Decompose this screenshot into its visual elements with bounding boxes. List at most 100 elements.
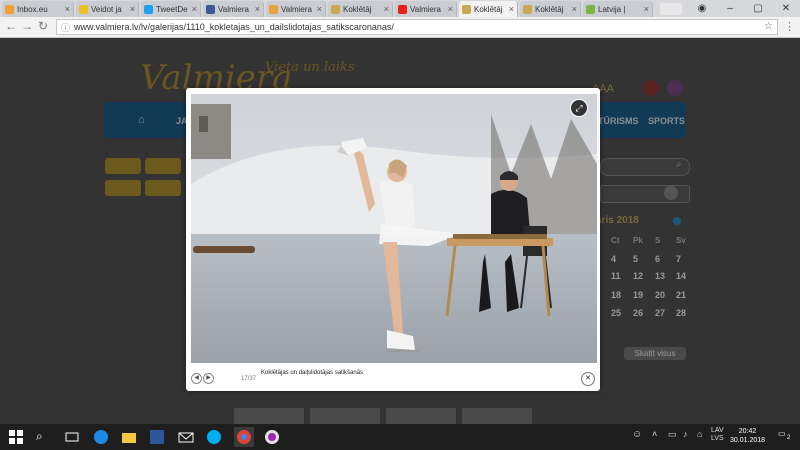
notifications-icon[interactable]: ▭ 2: [778, 429, 792, 445]
calendar-day[interactable]: 26: [633, 308, 643, 318]
reload-icon[interactable]: ↻: [38, 19, 48, 33]
help-button[interactable]: [145, 158, 181, 174]
flag-en-icon[interactable]: [667, 80, 683, 96]
tab-close-icon[interactable]: ×: [384, 4, 389, 14]
calendar-day[interactable]: 7: [676, 254, 681, 264]
new-tab-button[interactable]: [660, 3, 682, 15]
calendar-day[interactable]: 13: [655, 271, 665, 281]
file-explorer-icon[interactable]: [121, 429, 137, 445]
back-icon[interactable]: ←: [5, 19, 17, 33]
close-window-icon[interactable]: ✕: [772, 3, 800, 14]
nav-item-turisms[interactable]: TŪRISMS: [598, 116, 639, 126]
calendar-day[interactable]: 12: [633, 271, 643, 281]
tab-close-icon[interactable]: ×: [130, 4, 135, 14]
tab-label: Valmiera: [218, 4, 249, 14]
flag-lv-icon[interactable]: [643, 80, 659, 96]
browser-tab[interactable]: Inbox.eu ×: [2, 1, 74, 17]
calendar-weekday: Sv: [676, 236, 686, 245]
nav-item-sports[interactable]: SPORTS: [648, 116, 685, 126]
chevron-right-icon[interactable]: ▶: [203, 373, 214, 384]
profile-icon[interactable]: ◉: [688, 3, 716, 14]
globe-icon[interactable]: [664, 186, 678, 200]
tab-close-icon[interactable]: ×: [192, 4, 197, 14]
tray-chevron-icon[interactable]: ˄: [652, 429, 668, 445]
bookmark-star-icon[interactable]: ☆: [764, 21, 773, 32]
tab-favicon-icon: [206, 4, 215, 14]
taskbar: ⌕ ☺ ˄ ▭ ♪ ⌂ ▭ 2: [0, 424, 800, 450]
tab-close-icon[interactable]: ×: [644, 4, 649, 14]
tab-label: Veidot ja: [91, 4, 122, 14]
tab-close-icon[interactable]: ×: [448, 4, 453, 14]
windows-start-icon[interactable]: [8, 429, 24, 445]
calendar-day[interactable]: 19: [633, 290, 643, 300]
browser-tab[interactable]: Valmiera ×: [395, 1, 457, 17]
search-icon[interactable]: ⌕: [36, 429, 52, 445]
calendar-next-icon[interactable]: [673, 217, 681, 225]
input-language[interactable]: LAV LVS: [711, 427, 724, 443]
forward-icon[interactable]: →: [21, 19, 33, 33]
tab-close-icon[interactable]: ×: [572, 4, 577, 14]
browser-tab[interactable]: TweetDe ×: [141, 1, 201, 17]
calendar-weekday: Pk: [633, 236, 643, 245]
calendar-day[interactable]: 20: [655, 290, 665, 300]
gallery-thumb[interactable]: [234, 408, 304, 424]
browser-tab[interactable]: Latvija | ×: [583, 1, 653, 17]
view-all-button[interactable]: Skatīt visus: [624, 347, 686, 360]
clock[interactable]: 20:42 30.01.2018: [730, 427, 765, 445]
tab-close-icon[interactable]: ×: [317, 4, 322, 14]
url-input[interactable]: ⓘ www.valmiera.lv/lv/galerijas/1110_kokl…: [56, 19, 778, 35]
calendar-day[interactable]: 5: [633, 254, 638, 264]
lightbox-modal: ⤢ ◀ ▶ 17/37 Koklētājas un daiļslidotājas…: [186, 88, 600, 391]
browser-tab[interactable]: Veidot ja ×: [76, 1, 139, 17]
gallery-thumb[interactable]: [386, 408, 456, 424]
accessibility-button[interactable]: [145, 180, 181, 196]
calendar-day[interactable]: 14: [676, 271, 686, 281]
menu-icon[interactable]: ⋮: [784, 20, 795, 33]
browser-tab[interactable]: Koklētāj ×: [459, 1, 518, 17]
tab-close-icon[interactable]: ×: [65, 4, 70, 14]
chevron-left-icon[interactable]: ◀: [191, 373, 202, 384]
gallery-photo[interactable]: [191, 94, 597, 363]
fullscreen-icon[interactable]: ⤢: [571, 100, 587, 116]
language-secondary: LVS: [711, 435, 724, 442]
calendar-weekday: S: [655, 236, 661, 245]
calendar-day[interactable]: 28: [676, 308, 686, 318]
gallery-thumb[interactable]: [462, 408, 532, 424]
tab-close-icon[interactable]: ×: [255, 4, 260, 14]
maximize-icon[interactable]: ▢: [744, 3, 772, 14]
word-icon[interactable]: [149, 429, 165, 445]
calendar-day[interactable]: 27: [655, 308, 665, 318]
bus-button[interactable]: [105, 180, 141, 196]
gallery-thumb[interactable]: [310, 408, 380, 424]
calendar-day[interactable]: 11: [611, 271, 621, 281]
browser-tab[interactable]: Valmiera ×: [203, 1, 264, 17]
tab-label: Koklētāj: [474, 4, 503, 14]
tab-label: TweetDe: [156, 4, 188, 14]
calendar-weekday: Ct: [611, 236, 620, 245]
browser-tab[interactable]: Koklētāj ×: [520, 1, 581, 17]
calendar-day[interactable]: 18: [611, 290, 621, 300]
people-icon[interactable]: ☺: [632, 429, 648, 445]
close-icon[interactable]: ✕: [581, 372, 595, 386]
home-icon[interactable]: ⌂: [138, 114, 145, 126]
tab-favicon-icon: [523, 4, 532, 14]
phone-button[interactable]: [105, 158, 141, 174]
tab-close-icon[interactable]: ×: [509, 4, 514, 14]
chrome-icon[interactable]: [234, 427, 254, 447]
calendar-day[interactable]: 21: [676, 290, 686, 300]
battery-icon[interactable]: ▭: [668, 429, 684, 445]
photo-illustration: [191, 94, 597, 363]
browser-tab[interactable]: Koklētāj ×: [328, 1, 393, 17]
calendar-day[interactable]: 6: [655, 254, 660, 264]
mail-icon[interactable]: [178, 429, 194, 445]
skype-icon[interactable]: [206, 429, 222, 445]
minimize-icon[interactable]: –: [716, 3, 744, 14]
browser-tab[interactable]: Valmiera ×: [266, 1, 326, 17]
edge-icon[interactable]: [93, 429, 109, 445]
search-icon[interactable]: ⌕: [676, 159, 682, 170]
calendar-day[interactable]: 25: [611, 308, 621, 318]
picasa-icon[interactable]: [264, 429, 280, 445]
tab-favicon-icon: [79, 4, 88, 14]
task-view-icon[interactable]: [64, 429, 80, 445]
calendar-day[interactable]: 4: [611, 254, 616, 264]
